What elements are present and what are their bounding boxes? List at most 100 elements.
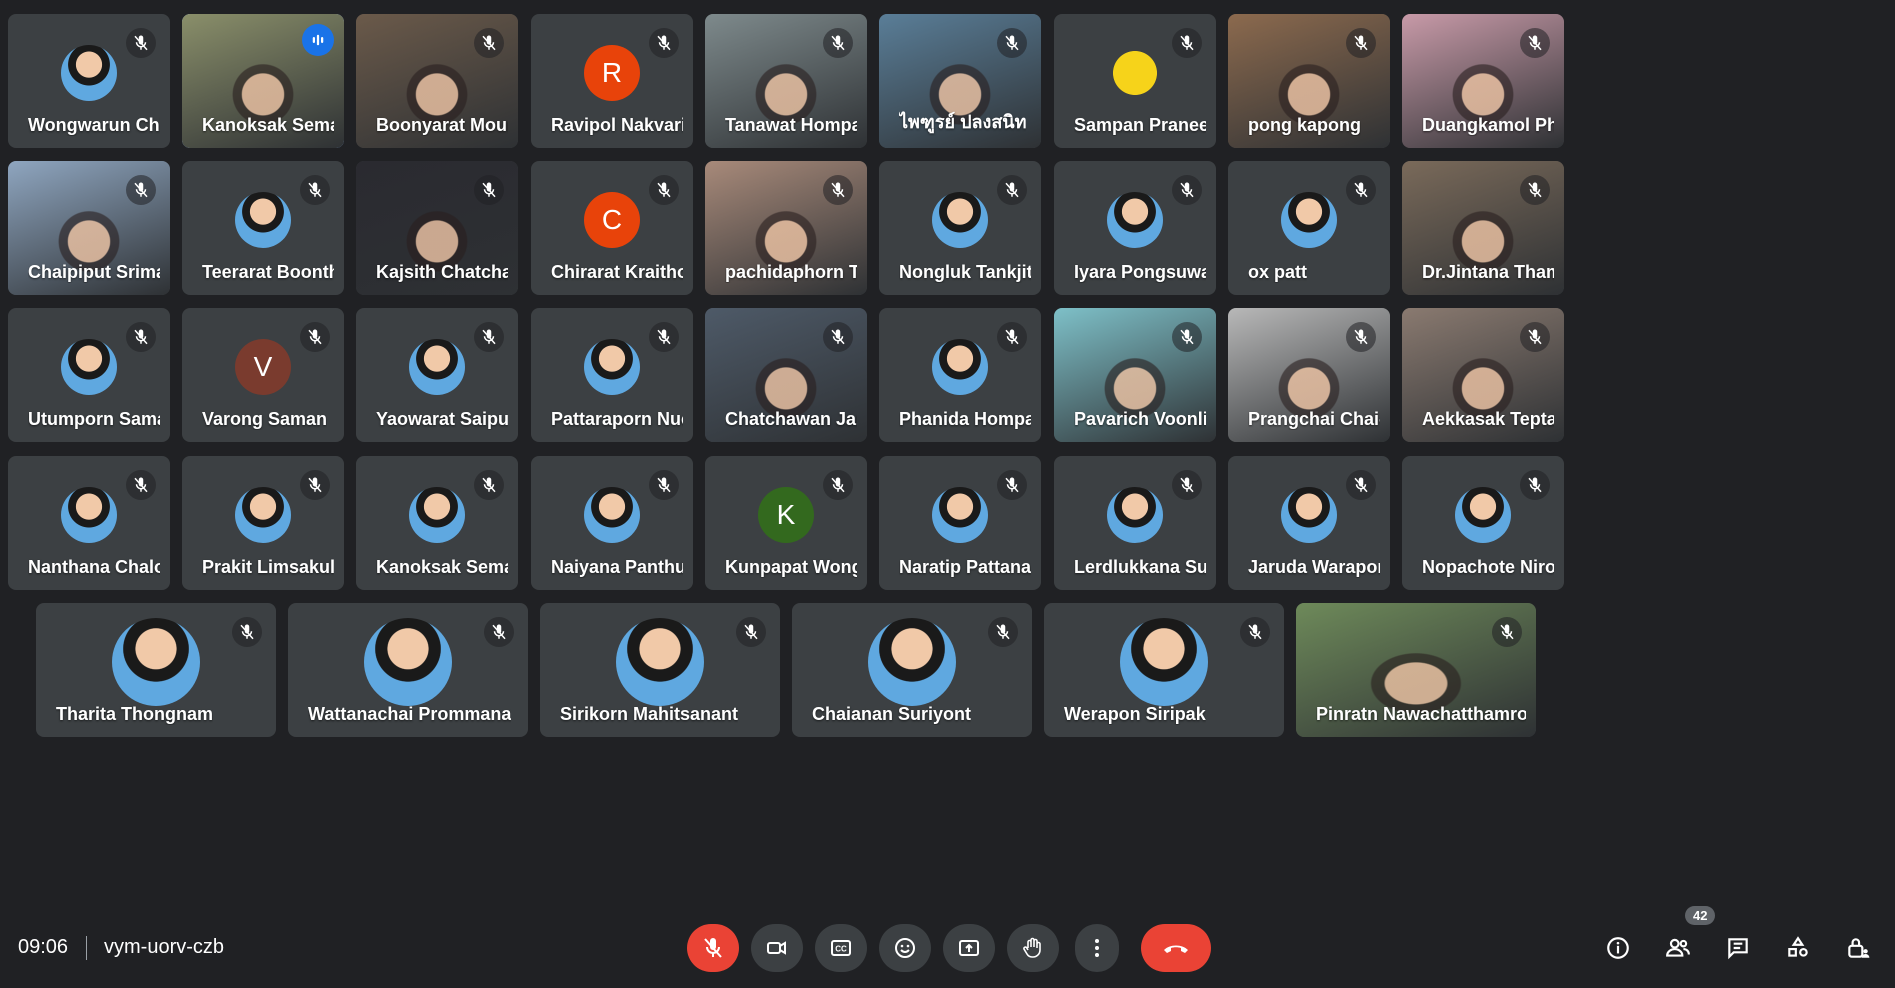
chat-icon [1725,935,1751,961]
participant-tile[interactable]: Nanthana Chaloe... [8,456,170,590]
participant-avatar [235,192,291,248]
participant-avatar [1107,487,1163,543]
more-vert-icon [1085,936,1109,960]
participant-name: ox patt [1248,262,1308,282]
emoji-button[interactable] [879,924,931,972]
participant-tile[interactable]: ox patt [1228,161,1390,295]
mic-off-button[interactable] [687,924,739,972]
participant-tile[interactable]: C Chirarat Kraitho... [531,161,693,295]
participant-name: Prangchai Chai-Im [1248,409,1380,429]
host-controls-button[interactable] [1836,926,1880,970]
participant-name: Chirarat Kraitho... [551,262,683,282]
participant-tile[interactable]: Yaowarat Saipue [356,308,518,442]
participant-tile[interactable]: Boonyarat Moun... [356,14,518,148]
participant-tile[interactable]: Phanida Hompan [879,308,1041,442]
participant-tile[interactable]: pachidaphorn Th... [705,161,867,295]
mic-muted-icon [474,470,504,500]
participant-tile[interactable]: Nopachote Niroj... [1402,456,1564,590]
participant-tile[interactable]: Lerdlukkana Suw... [1054,456,1216,590]
participant-avatar [364,618,452,706]
mic-muted-icon [1172,175,1202,205]
participant-tile[interactable]: Kanoksak Semake [182,14,344,148]
participant-tile[interactable]: Kajsith Chatchal... [356,161,518,295]
participant-name: Werapon Siripak [1064,704,1206,724]
participant-avatar [868,618,956,706]
participant-name: Dr.Jintana Tham... [1422,262,1554,282]
participant-tile[interactable]: Prakit Limsakul [182,456,344,590]
people-button[interactable] [1656,926,1700,970]
participant-name: Yaowarat Saipue [376,409,508,429]
participant-name: Jaruda Warapor... [1248,557,1380,577]
participant-avatar [61,487,117,543]
activities-icon [1785,935,1811,961]
participant-tile[interactable]: Pavarich Voonliam [1054,308,1216,442]
participant-tile[interactable]: Duangkamol Pho... [1402,14,1564,148]
participant-grid: Wongwarun Chir... Kanoksak Semake Boonyara… [0,0,1895,900]
participant-tile[interactable]: Jaruda Warapor... [1228,456,1390,590]
participant-tile[interactable]: Utumporn Saman [8,308,170,442]
participant-tile[interactable]: Teerarat Boonth... [182,161,344,295]
participant-name: Naratip Pattanad... [899,557,1031,577]
participant-name: Aekkasak Teptan... [1422,409,1554,429]
speaking-indicator-icon [302,24,334,56]
participant-tile[interactable]: Iyara Pongsuwan [1054,161,1216,295]
mic-muted-icon [126,470,156,500]
participant-tile[interactable]: Werapon Siripak [1044,603,1284,737]
mic-muted-icon [997,28,1027,58]
participant-name: Varong Saman [202,409,328,429]
participant-tile[interactable]: Kanoksak Semake [356,456,518,590]
participant-tile[interactable]: Nongluk Tankjitt... [879,161,1041,295]
chat-button[interactable] [1716,926,1760,970]
participant-tile[interactable]: Sirikorn Mahitsanant [540,603,780,737]
bottom-toolbar: 09:06 vym-uorv-czb CC [0,900,1895,988]
mic-off-icon [701,936,725,960]
mic-muted-icon [474,28,504,58]
participant-tile[interactable]: R Ravipol Nakvari [531,14,693,148]
participant-tile[interactable]: Dr.Jintana Tham... [1402,161,1564,295]
activities-button[interactable] [1776,926,1820,970]
participant-avatar [112,618,200,706]
phone-hangup-icon [1161,936,1191,960]
camera-button[interactable] [751,924,803,972]
mic-muted-icon [649,470,679,500]
participant-tile[interactable]: Tharita Thongnam [36,603,276,737]
participant-tile[interactable]: Prangchai Chai-Im [1228,308,1390,442]
participant-tile[interactable]: Pinratn Nawachatthamrong [1296,603,1536,737]
participant-tile[interactable]: V Varong Saman [182,308,344,442]
participant-tile[interactable]: Tanawat Hompan [705,14,867,148]
raise-hand-button[interactable] [1007,924,1059,972]
participant-avatar [932,339,988,395]
participant-tile[interactable]: Wattanachai Prommana [288,603,528,737]
lock-person-icon [1845,935,1871,961]
info-icon [1605,935,1631,961]
mic-muted-icon [126,175,156,205]
participant-name: Pinratn Nawachatthamrong [1316,704,1526,724]
captions-button[interactable]: CC [815,924,867,972]
emoji-icon [893,936,917,960]
participant-avatar [584,487,640,543]
participant-avatar [409,339,465,395]
meeting-info-button[interactable] [1596,926,1640,970]
participant-tile[interactable]: Aekkasak Teptan... [1402,308,1564,442]
participant-tile[interactable]: Chaipiput Srima... [8,161,170,295]
participant-tile[interactable]: Naratip Pattanad... [879,456,1041,590]
participant-tile[interactable]: Sampan Pranee... [1054,14,1216,148]
leave-call-button[interactable] [1141,924,1211,972]
more-options-button[interactable] [1075,924,1119,972]
participant-tile[interactable]: Pattaraporn Nuc... [531,308,693,442]
participant-tile[interactable]: ไพฑูรย์ ปลงสนิท [879,14,1041,148]
mic-muted-icon [823,28,853,58]
participant-avatar [616,618,704,706]
participant-tile[interactable]: Wongwarun Chir... [8,14,170,148]
participant-tile[interactable]: Chaianan Suriyont [792,603,1032,737]
participant-name: Nongluk Tankjitt... [899,262,1031,282]
participant-tile[interactable]: Naiyana Panthup... [531,456,693,590]
present-button[interactable] [943,924,995,972]
participant-tile[interactable]: pong kapong [1228,14,1390,148]
mic-muted-icon [232,617,262,647]
participant-avatar [932,487,988,543]
participant-tile[interactable]: K Kunpapat Wongc... [705,456,867,590]
toolbar-divider [86,936,87,960]
participant-tile[interactable]: Chatchawan Jan... [705,308,867,442]
participant-avatar [409,487,465,543]
